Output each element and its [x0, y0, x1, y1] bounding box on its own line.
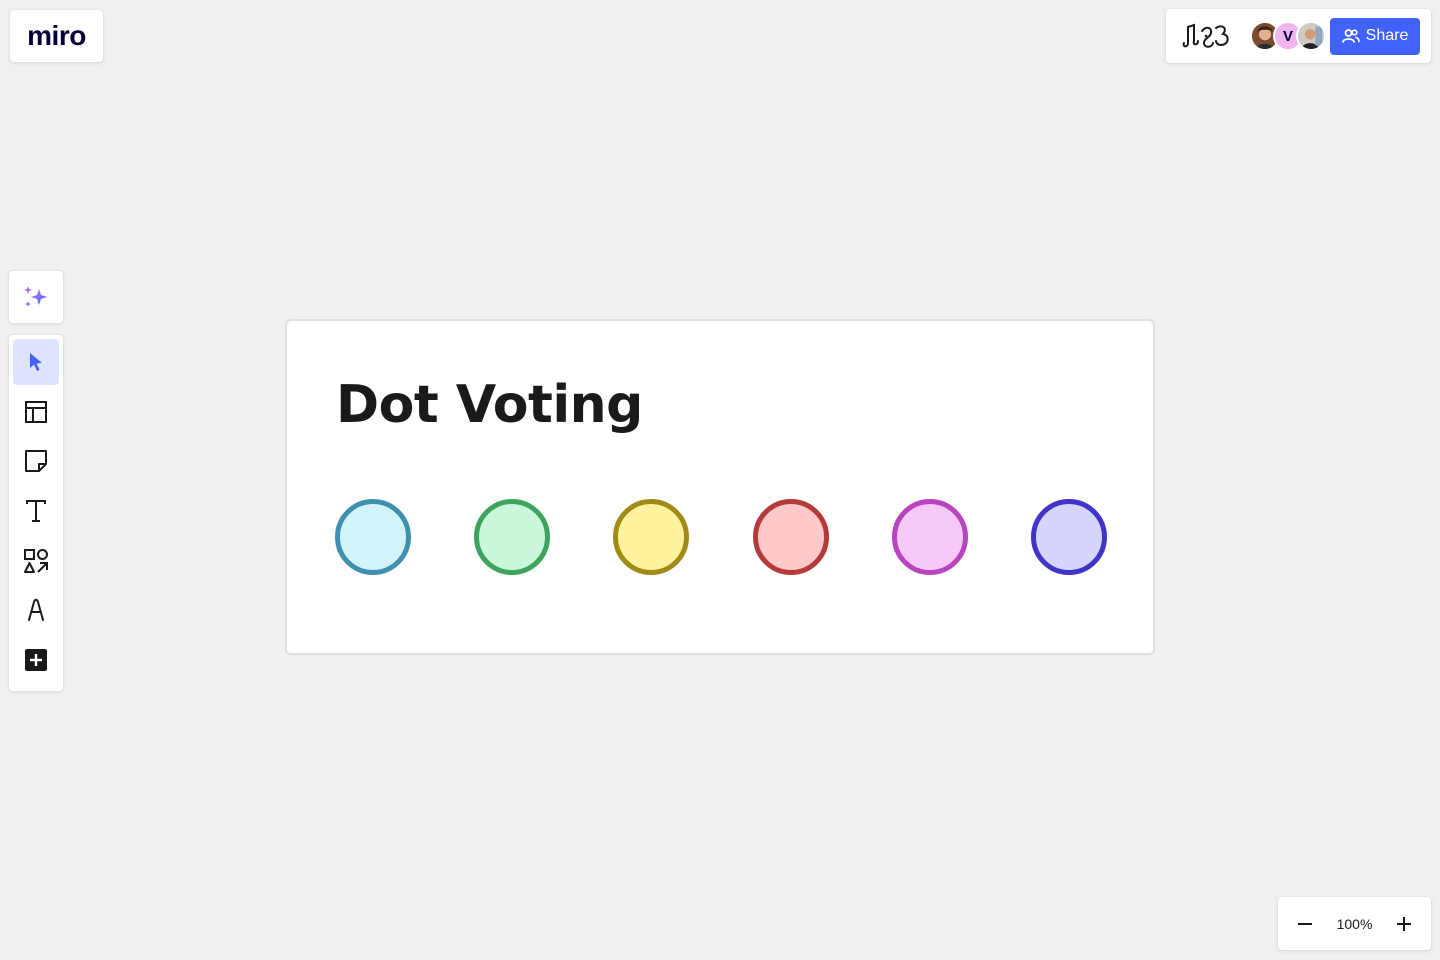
zoom-level[interactable]: 100%: [1337, 916, 1373, 932]
users-icon: [1341, 29, 1360, 43]
zoom-controls: 100%: [1278, 897, 1431, 950]
templates-icon: [25, 400, 47, 423]
sparkles-icon: [24, 286, 47, 307]
frame-title: Dot Voting: [336, 375, 643, 435]
minus-icon: [1298, 922, 1312, 925]
dot-voting-frame[interactable]: Dot Voting: [285, 319, 1155, 655]
shapes-tool[interactable]: [13, 538, 59, 584]
vote-dot-pink[interactable]: [892, 499, 968, 575]
vote-dot-indigo[interactable]: [1031, 499, 1107, 575]
miro-logo: miro: [27, 20, 86, 51]
vote-dot-red[interactable]: [753, 499, 829, 575]
vote-dot-yellow[interactable]: [613, 499, 689, 575]
select-tool[interactable]: [13, 339, 59, 385]
left-toolbar: [9, 335, 63, 691]
collaboration-bar: V Share: [1166, 9, 1431, 63]
vote-dot-blue[interactable]: [335, 499, 411, 575]
logo-panel[interactable]: miro: [10, 10, 103, 62]
plus-square-icon: [25, 649, 47, 672]
cursor-icon: [30, 353, 42, 371]
share-button[interactable]: Share: [1330, 17, 1420, 55]
user-photo-icon: [1298, 23, 1324, 49]
pen-tool[interactable]: [13, 587, 59, 633]
zoom-out-button[interactable]: [1290, 909, 1320, 939]
share-label: Share: [1365, 27, 1409, 44]
avatar[interactable]: [1296, 21, 1326, 51]
more-tools-button[interactable]: [13, 637, 59, 683]
plus-icon: [1397, 916, 1411, 931]
zoom-in-button[interactable]: [1389, 909, 1419, 939]
ai-assist-button[interactable]: [9, 271, 63, 323]
shapes-icon: [24, 548, 48, 573]
text-tool[interactable]: [13, 488, 59, 534]
text-icon: [26, 500, 46, 523]
collaborator-avatars[interactable]: V: [1250, 21, 1326, 51]
reactions-icon: [1182, 23, 1229, 48]
pen-icon: [28, 599, 44, 622]
sticky-note-tool[interactable]: [13, 438, 59, 484]
reactions-button[interactable]: [1178, 19, 1234, 53]
templates-tool[interactable]: [13, 389, 59, 435]
sticky-note-icon: [25, 450, 47, 473]
vote-dot-green[interactable]: [474, 499, 550, 575]
